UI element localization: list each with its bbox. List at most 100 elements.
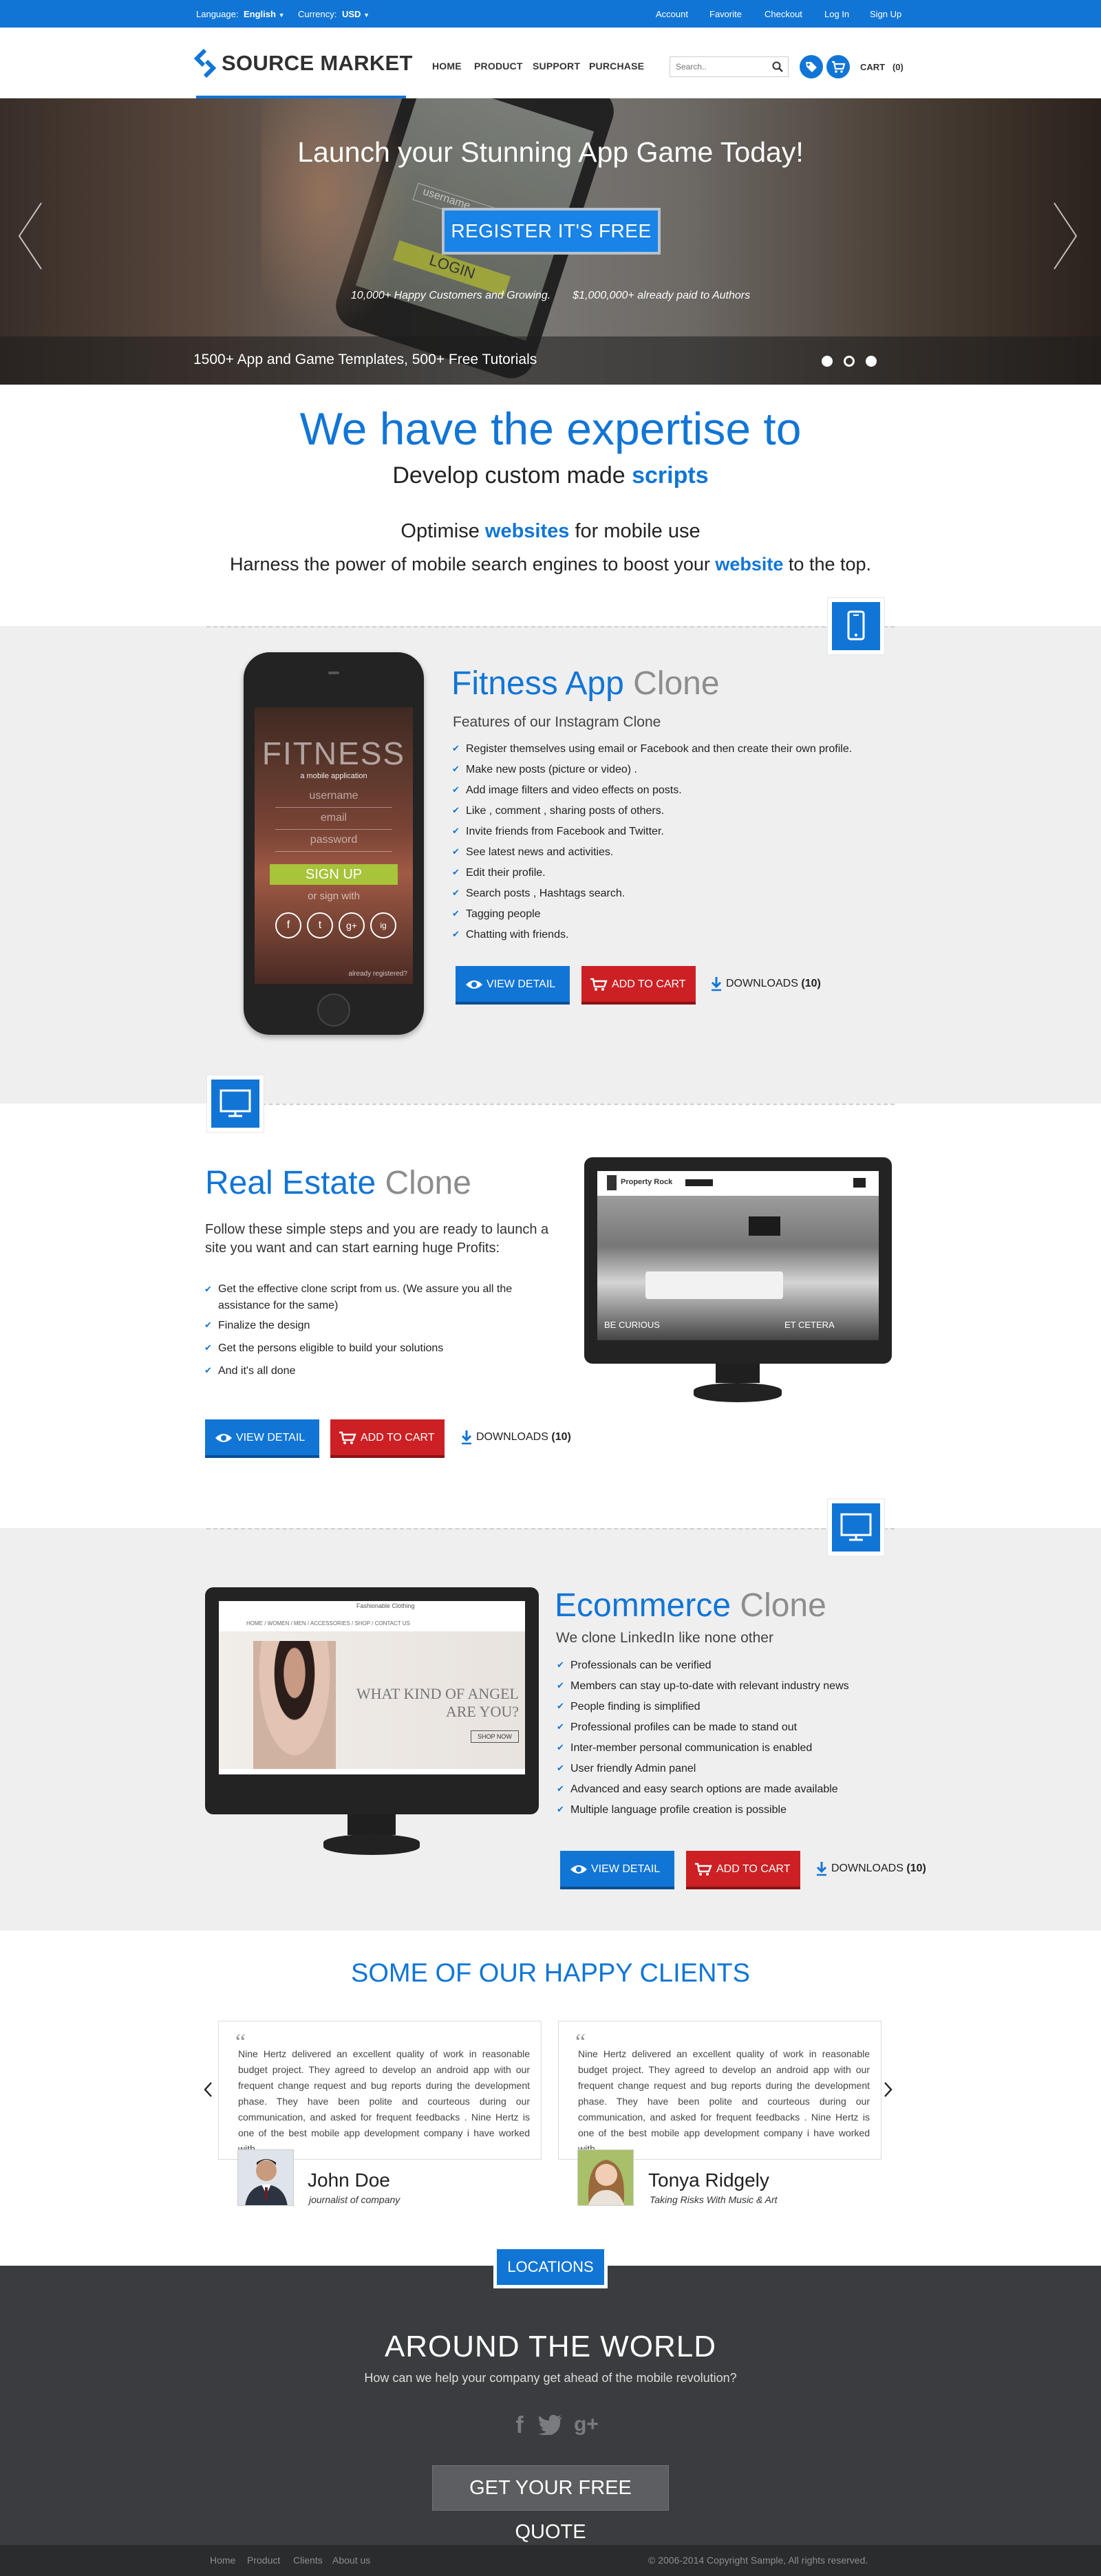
client-name: John Doe [308,2169,390,2191]
clients-next-arrow[interactable] [884,2081,893,2098]
login-link[interactable]: Log In [824,9,849,19]
client-name: Tonya Ridgely [648,2169,769,2191]
nav-purchase[interactable]: PURCHASE [589,61,644,72]
twitter-icon[interactable] [538,2414,563,2435]
monitor-stand [323,1834,420,1855]
fitness-downloads-link[interactable]: DOWNLOADS (10) [711,976,821,991]
logo-icon[interactable] [194,49,216,78]
hero-stat-paid: $1,000,000+ already paid to Authors [573,290,751,301]
footer-link-about[interactable]: About us [332,2555,370,2566]
nav-support[interactable]: SUPPORT [533,61,580,72]
fitness-screen-password: password [275,834,392,852]
realestate-screen-sofa [645,1271,783,1299]
client-role: Taking Risks With Music & Art [650,2194,778,2205]
list-item: Invite friends from Facebook and Twitter… [452,826,906,846]
list-item: Members can stay up-to-date with relevan… [557,1680,901,1701]
register-button[interactable]: REGISTER IT'S FREE [442,208,661,255]
fitness-phone-screen: FITNESS a mobile application username em… [255,707,413,984]
footer-copyright: © 2006-2014 Copyright Sample, All rights… [648,2555,868,2566]
list-item: Get the persons eligible to build your s… [204,1342,528,1365]
slider-dot-3[interactable] [866,356,877,367]
realestate-screen-caption-1: BE CURIOUS [604,1320,660,1330]
checkout-link[interactable]: Checkout [765,9,802,19]
ecommerce-screen-banner: WHAT KIND OF ANGEL ARE YOU? SHOP NOW [219,1631,525,1769]
ecommerce-subtitle: We clone LinkedIn like none other [556,1630,773,1646]
around-the-world-section: AROUND THE WORLD How can we help your co… [0,2266,1101,2545]
hero-prev-arrow[interactable] [17,202,44,270]
realestate-downloads-link[interactable]: DOWNLOADS (10) [461,1430,571,1445]
hero-next-arrow[interactable] [1051,202,1079,270]
fitness-screen-google: g+ [339,912,365,938]
free-quote-button[interactable]: GET YOUR FREE QUOTE [432,2465,669,2543]
google-plus-icon[interactable]: g+ [571,2413,601,2440]
cart-label[interactable]: CART (0) [860,62,904,72]
phone-speaker [328,672,339,674]
ecommerce-section [0,1528,1101,1931]
favorite-link[interactable]: Favorite [709,9,742,19]
fitness-screen-sub: a mobile application [300,772,367,780]
realestate-screen-logo [607,1175,617,1190]
phone-icon [847,610,865,641]
realestate-screen-search [853,1178,866,1188]
nav-home[interactable]: HOME [432,61,462,72]
list-item: Register themselves using email or Faceb… [452,743,906,764]
cart-count: (0) [892,62,904,72]
search-icon[interactable] [772,61,783,72]
fitness-screen-username: username [275,790,392,808]
language-select[interactable]: English ▼ [244,9,285,19]
phone-home-button [317,994,350,1027]
fitness-title: Fitness App Clone [451,665,720,702]
list-item: Professionals can be verified [557,1660,901,1680]
realestate-screen-tv [749,1216,780,1236]
testimonial-text: Nine Hertz delivered an excellent qualit… [238,2048,530,2154]
slider-dot-2[interactable] [844,356,855,367]
logo-text[interactable]: SOURCE MARKET [222,51,413,76]
list-item: People finding is simplified [557,1701,901,1721]
chevron-left-icon [18,202,42,270]
nav-product[interactable]: PRODUCT [474,61,523,72]
tag-button[interactable] [800,55,823,78]
realestate-add-to-cart-button[interactable]: ADD TO CART [330,1419,445,1458]
realestate-view-detail-button[interactable]: VIEW DETAIL [205,1419,319,1458]
realestate-screen-nav [685,1179,713,1186]
avatar [237,2149,294,2206]
clients-prev-arrow[interactable] [203,2081,213,2098]
world-subtitle: How can we help your company get ahead o… [364,2371,737,2385]
footer-link-clients[interactable]: Clients [293,2555,323,2566]
realestate-monitor-mockup: Property Rock BE CURIOUS ET CETERA [584,1157,892,1364]
realestate-screen-room: BE CURIOUS ET CETERA [597,1196,879,1340]
list-item: Multiple language profile creation is po… [557,1804,901,1825]
footer-link-product[interactable]: Product [247,2555,280,2566]
footer-link-home[interactable]: Home [210,2555,235,2566]
fitness-add-to-cart-button[interactable]: ADD TO CART [581,966,696,1005]
cart-icon [590,978,608,991]
expertise-line-scripts: Develop custom made scripts [392,462,709,489]
account-link[interactable]: Account [656,9,688,19]
ecommerce-screen-nav: HOME / WOMEN / MEN / ACCESSORIES / SHOP … [246,1620,410,1627]
slider-dot-1[interactable] [822,356,833,367]
ecommerce-add-to-cart-button[interactable]: ADD TO CART [686,1851,800,1889]
ecommerce-downloads-link[interactable]: DOWNLOADS (10) [816,1861,926,1876]
currency-label: Currency: [298,9,337,19]
list-item: Inter-member personal communication is e… [557,1742,901,1763]
facebook-icon[interactable]: f [508,2412,531,2440]
currency-select[interactable]: USD ▼ [342,9,370,19]
cart-button[interactable] [826,55,850,78]
realestate-monitor-screen: Property Rock BE CURIOUS ET CETERA [597,1171,879,1340]
ecommerce-view-detail-button[interactable]: VIEW DETAIL [560,1851,674,1889]
list-item: Professional profiles can be made to sta… [557,1721,901,1742]
eye-icon [570,1865,587,1874]
section-divider [206,1528,895,1530]
realestate-screen-caption-2: ET CETERA [784,1320,835,1330]
download-icon [461,1430,472,1445]
hero-stat-customers: 10,000+ Happy Customers and Growing. [350,290,551,301]
fitness-screen-facebook: f [275,912,301,938]
expertise-title: We have the expertise to [299,403,802,454]
signup-link[interactable]: Sign Up [870,9,901,19]
search-input[interactable] [670,57,767,76]
eye-icon [466,980,482,989]
chevron-right-icon [1054,202,1078,270]
fitness-view-detail-button[interactable]: VIEW DETAIL [456,966,570,1005]
locations-button[interactable]: LOCATIONS [493,2246,608,2288]
hero-tagline: 1500+ App and Game Templates, 500+ Free … [193,352,537,367]
